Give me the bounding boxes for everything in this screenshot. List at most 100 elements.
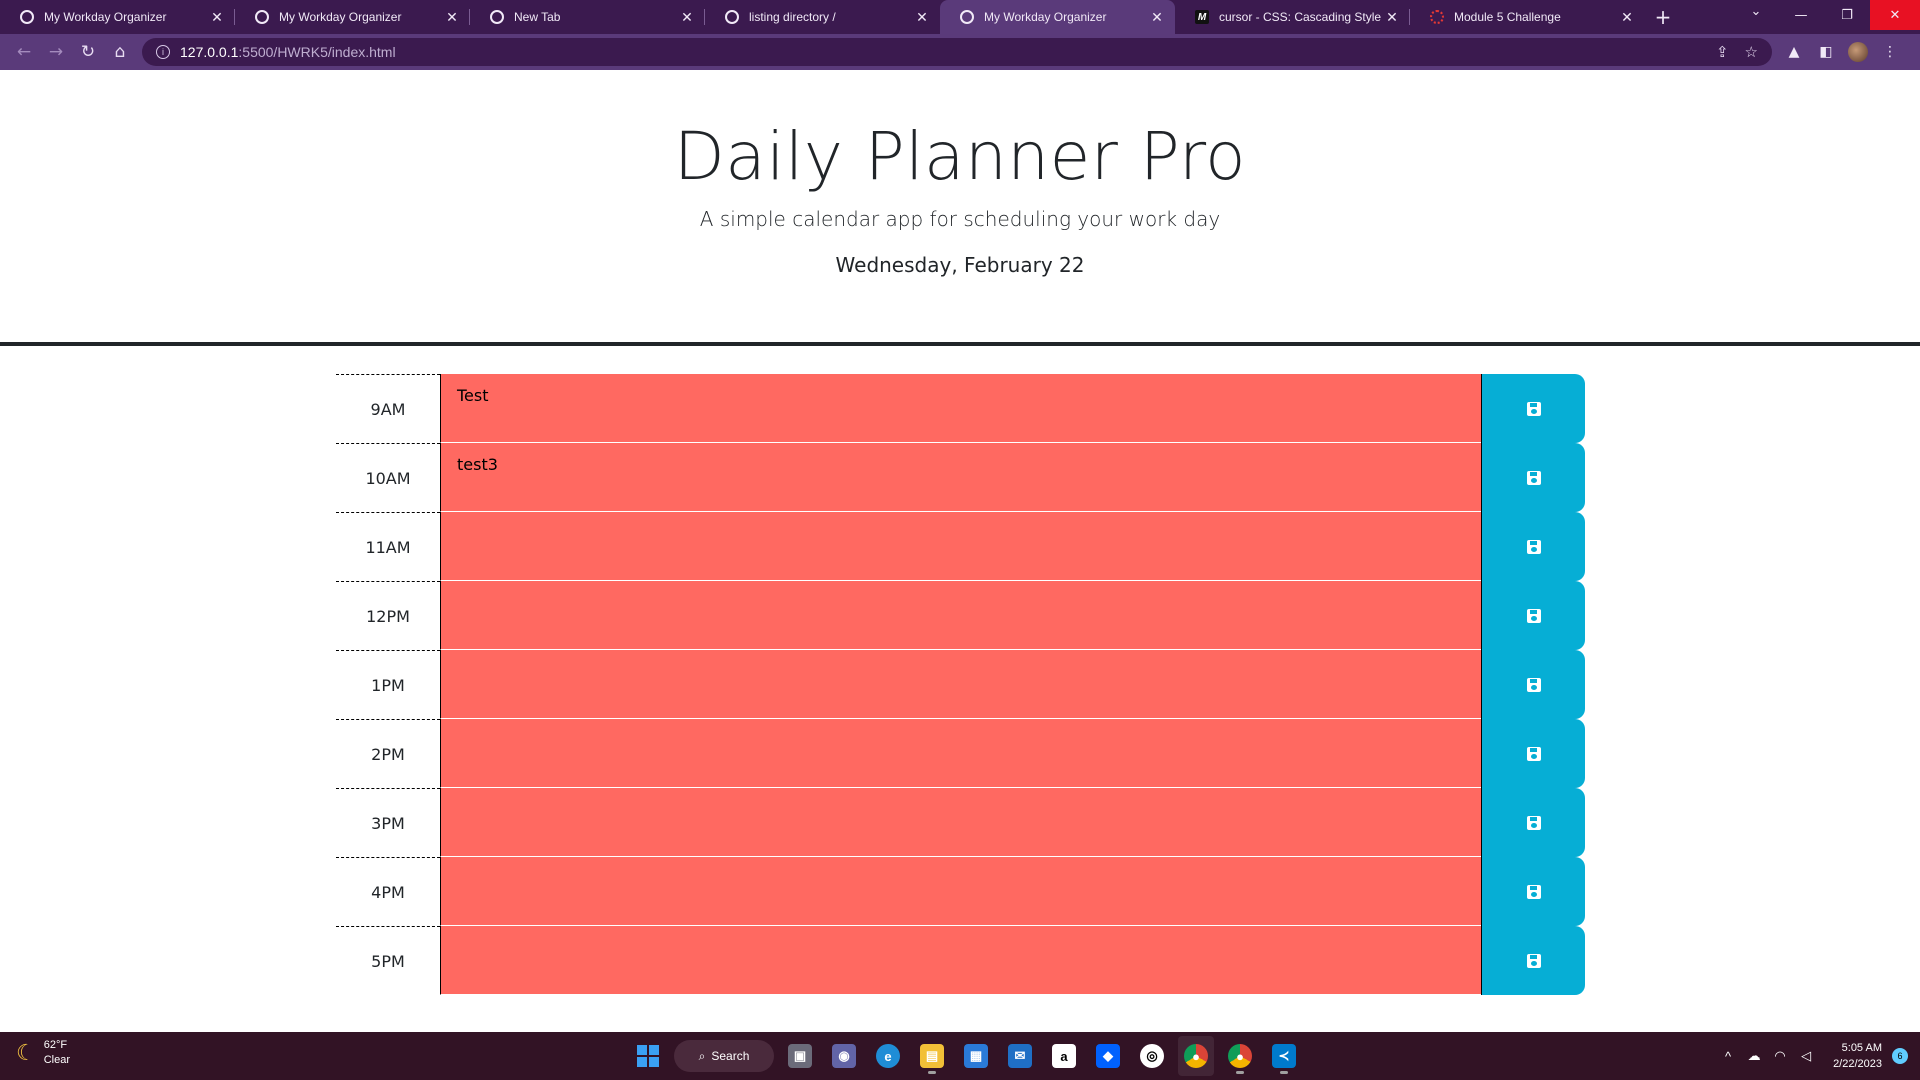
teams-chat-icon[interactable]: ◉	[826, 1036, 862, 1076]
description-textarea[interactable]: Test	[440, 374, 1481, 443]
side-panel-icon[interactable]: ◧	[1810, 38, 1842, 66]
windows-logo-icon	[637, 1045, 659, 1067]
extensions-flask-icon[interactable]: ▲	[1778, 38, 1810, 66]
reload-icon[interactable]: ↻	[72, 38, 104, 66]
page-subtitle: A simple calendar app for scheduling you…	[699, 207, 1221, 231]
tab-close-icon[interactable]: ✕	[444, 9, 460, 26]
save-icon	[1526, 884, 1541, 899]
bookmark-star-icon[interactable]: ☆	[1745, 43, 1758, 61]
system-tray: ^ ☁ ◠ ◁ 5:05 AM 2/22/2023 6	[1715, 1032, 1920, 1080]
notification-badge[interactable]: 6	[1892, 1048, 1908, 1064]
browser-tab[interactable]: M cursor - CSS: Cascading Style Sh ✕	[1175, 0, 1410, 34]
tab-close-icon[interactable]: ✕	[1384, 9, 1400, 26]
dropbox-icon[interactable]: ◆	[1090, 1036, 1126, 1076]
taskbar-search[interactable]: ⌕ Search	[674, 1040, 774, 1072]
save-button[interactable]	[1481, 788, 1585, 857]
browser-tab-active[interactable]: My Workday Organizer ✕	[940, 0, 1175, 34]
window-close-icon[interactable]: ✕	[1870, 0, 1920, 30]
time-block: 2PM	[336, 719, 1585, 788]
tab-close-icon[interactable]: ✕	[679, 9, 695, 26]
time-block: 9AM Test	[336, 374, 1585, 443]
window-controls: — ❐ ✕	[1778, 0, 1920, 30]
tab-title: listing directory /	[749, 10, 836, 24]
mail-icon[interactable]: ✉	[1002, 1036, 1038, 1076]
tab-search-chevron-icon[interactable]: ⌄	[1742, 4, 1770, 19]
volume-icon[interactable]: ◁	[1795, 1048, 1817, 1064]
mdn-logo-icon: M	[1195, 10, 1209, 24]
file-explorer-icon[interactable]: ▤	[914, 1036, 950, 1076]
vscode-icon[interactable]: ≺	[1266, 1036, 1302, 1076]
loading-icon	[1430, 10, 1444, 24]
save-button[interactable]	[1481, 374, 1585, 443]
time-block: 12PM	[336, 581, 1585, 650]
browser-tab[interactable]: New Tab ✕	[470, 0, 705, 34]
save-button[interactable]	[1481, 857, 1585, 926]
globe-icon	[20, 10, 34, 24]
minimize-icon[interactable]: —	[1778, 0, 1824, 30]
clock-time: 5:05 AM	[1841, 1042, 1882, 1054]
description-textarea[interactable]	[440, 581, 1481, 650]
save-button[interactable]	[1481, 926, 1585, 995]
chrome-icon[interactable]: ●	[1178, 1036, 1214, 1076]
tab-close-icon[interactable]: ✕	[1619, 9, 1635, 26]
kebab-menu-icon[interactable]: ⋮	[1874, 38, 1906, 66]
description-textarea[interactable]: test3	[440, 443, 1481, 512]
save-button[interactable]	[1481, 719, 1585, 788]
onedrive-cloud-icon[interactable]: ☁	[1743, 1048, 1765, 1064]
back-arrow-icon[interactable]: ←	[8, 38, 40, 66]
tab-title: My Workday Organizer	[984, 10, 1107, 24]
profile-avatar[interactable]	[1842, 38, 1874, 66]
moon-icon: ☾	[16, 1040, 36, 1065]
save-icon	[1526, 470, 1541, 485]
description-textarea[interactable]	[440, 650, 1481, 719]
url-path: :5500/HWRK5/index.html	[238, 44, 396, 60]
browser-tab[interactable]: Module 5 Challenge ✕	[1410, 0, 1645, 34]
tab-title: New Tab	[514, 10, 561, 24]
save-button[interactable]	[1481, 443, 1585, 512]
github-desktop-icon[interactable]: ◎	[1134, 1036, 1170, 1076]
globe-icon	[725, 10, 739, 24]
description-textarea[interactable]	[440, 719, 1481, 788]
current-day: Wednesday, February 22	[835, 253, 1085, 277]
clock-date: 2/22/2023	[1833, 1058, 1882, 1070]
share-icon[interactable]: ⇪	[1716, 43, 1729, 61]
task-view-icon[interactable]: ▣	[782, 1036, 818, 1076]
tab-close-icon[interactable]: ✕	[1149, 9, 1165, 26]
browser-toolbar: ← → ↻ ⌂ i 127.0.0.1:5500/HWRK5/index.htm…	[0, 34, 1920, 70]
system-clock[interactable]: 5:05 AM 2/22/2023	[1833, 1040, 1882, 1072]
wifi-icon[interactable]: ◠	[1769, 1048, 1791, 1064]
browser-tab[interactable]: My Workday Organizer ✕	[0, 0, 235, 34]
edge-icon[interactable]: e	[870, 1036, 906, 1076]
save-icon	[1526, 608, 1541, 623]
address-bar[interactable]: i 127.0.0.1:5500/HWRK5/index.html ⇪ ☆	[142, 38, 1772, 66]
microsoft-store-icon[interactable]: ▦	[958, 1036, 994, 1076]
tray-overflow-chevron-icon[interactable]: ^	[1717, 1049, 1739, 1064]
weather-temp: 62°F	[43, 1039, 68, 1051]
save-button[interactable]	[1481, 650, 1585, 719]
site-info-icon[interactable]: i	[156, 45, 170, 59]
tab-close-icon[interactable]: ✕	[209, 9, 225, 26]
chrome-profile-icon[interactable]: ●	[1222, 1036, 1258, 1076]
description-textarea[interactable]	[440, 926, 1481, 995]
save-icon	[1526, 401, 1541, 416]
home-icon[interactable]: ⌂	[104, 38, 136, 66]
description-textarea[interactable]	[440, 857, 1481, 926]
amazon-icon[interactable]: a	[1046, 1036, 1082, 1076]
new-tab-button[interactable]: +	[1645, 0, 1681, 34]
save-button[interactable]	[1481, 581, 1585, 650]
restore-icon[interactable]: ❐	[1824, 0, 1870, 30]
browser-tab[interactable]: My Workday Organizer ✕	[235, 0, 470, 34]
weather-text: 62°F Clear	[44, 1038, 70, 1068]
forward-arrow-icon[interactable]: →	[40, 38, 72, 66]
hour-label: 9AM	[336, 374, 440, 443]
description-textarea[interactable]	[440, 788, 1481, 857]
weather-widget[interactable]: ☾ 62°F Clear	[16, 1038, 70, 1068]
tab-title: My Workday Organizer	[44, 10, 167, 24]
start-button[interactable]	[630, 1036, 666, 1076]
hour-label: 3PM	[336, 788, 440, 857]
save-button[interactable]	[1481, 512, 1585, 581]
save-icon	[1526, 953, 1541, 968]
browser-tab[interactable]: listing directory / ✕	[705, 0, 940, 34]
tab-close-icon[interactable]: ✕	[914, 9, 930, 26]
description-textarea[interactable]	[440, 512, 1481, 581]
